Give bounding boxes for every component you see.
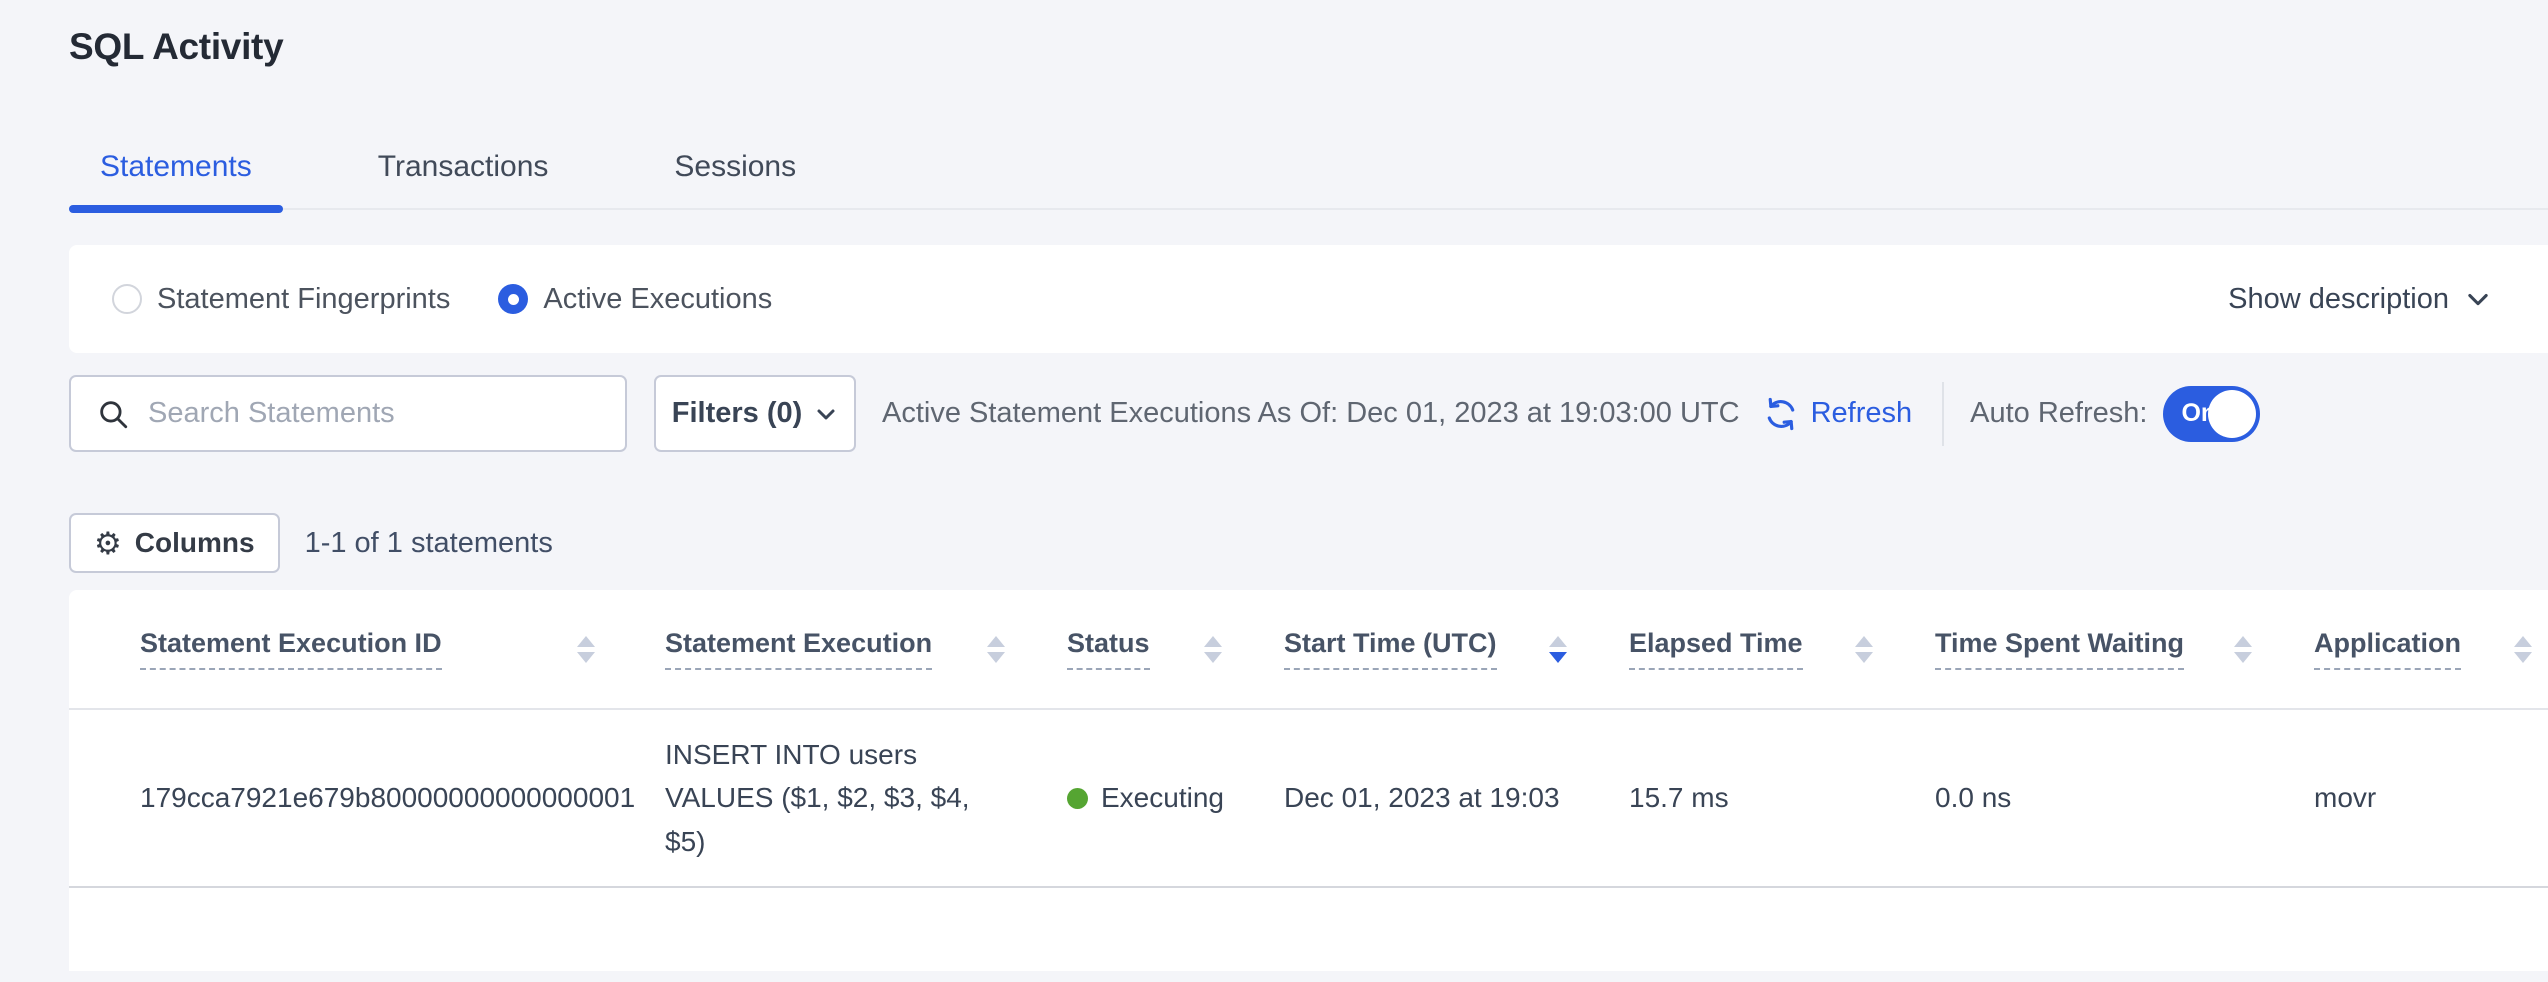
tab-bar: Statements Transactions Sessions [69,146,2548,210]
statements-table: Statement Execution ID Statement Executi… [69,590,2548,971]
column-header-start-time[interactable]: Start Time (UTC) [1284,628,1629,670]
sql-activity-page: SQL Activity Statements Transactions Ses… [0,0,2548,982]
column-header-status[interactable]: Status [1067,628,1284,670]
radio-active-executions[interactable]: Active Executions [498,283,772,316]
refresh-label: Refresh [1811,397,1913,430]
status-dot-icon [1067,788,1088,809]
sort-icon[interactable] [1204,636,1222,663]
chevron-down-icon [814,402,838,426]
cell-application: movr [2314,782,2548,814]
radio-statement-fingerprints[interactable]: Statement Fingerprints [112,283,450,316]
gear-icon: ⚙ [94,528,122,559]
columns-label: Columns [135,527,255,559]
filters-button[interactable]: Filters (0) [654,375,856,452]
table-header-row: Statement Execution ID Statement Executi… [69,590,2548,710]
tab-sessions[interactable]: Sessions [643,146,827,208]
show-description-button[interactable]: Show description [2228,283,2492,316]
view-options-card: Statement Fingerprints Active Executions… [69,245,2548,353]
page-title: SQL Activity [69,26,283,68]
sort-icon[interactable] [987,636,1005,663]
cell-elapsed-time: 15.7 ms [1629,782,1935,814]
sort-icon[interactable] [577,636,595,663]
radio-label: Statement Fingerprints [157,283,450,316]
sort-icon[interactable] [2514,636,2532,663]
table-controls: ⚙ Columns 1-1 of 1 statements [69,513,553,573]
sort-icon-active[interactable] [1549,636,1567,663]
search-icon [96,397,130,431]
column-header-application[interactable]: Application [2314,628,2548,670]
column-header-statement-execution-id[interactable]: Statement Execution ID [69,628,665,670]
auto-refresh-label: Auto Refresh: [1970,397,2147,430]
toggle-knob-icon[interactable] [2208,390,2256,438]
divider [1942,382,1944,446]
sort-icon[interactable] [2234,636,2252,663]
radio-selected-icon[interactable] [498,284,528,314]
search-box[interactable] [69,375,627,452]
refresh-icon [1762,395,1800,433]
table-row[interactable]: 179cca7921e679b80000000000000001 INSERT … [69,710,2548,888]
search-input[interactable] [148,397,605,430]
cell-execution-id: 179cca7921e679b80000000000000001 [69,782,665,814]
columns-button[interactable]: ⚙ Columns [69,513,280,573]
toolbar: Filters (0) Active Statement Executions … [69,375,2548,452]
chevron-down-icon [2464,285,2492,313]
tab-transactions[interactable]: Transactions [347,146,580,208]
radio-label: Active Executions [543,283,772,316]
filters-label: Filters (0) [672,397,803,430]
sort-icon[interactable] [1855,636,1873,663]
column-header-elapsed-time[interactable]: Elapsed Time [1629,628,1935,670]
cell-statement: INSERT INTO users VALUES ($1, $2, $3, $4… [665,733,1055,863]
status-label: Executing [1101,782,1224,814]
tab-statements[interactable]: Statements [69,146,283,208]
statements-count: 1-1 of 1 statements [305,527,553,560]
refresh-button[interactable]: Refresh [1762,395,1913,433]
column-header-time-spent-waiting[interactable]: Time Spent Waiting [1935,628,2314,670]
radio-unselected-icon[interactable] [112,284,142,314]
as-of-text: Active Statement Executions As Of: Dec 0… [882,397,1740,430]
cell-time-spent-waiting: 0.0 ns [1935,782,2314,814]
column-header-statement-execution[interactable]: Statement Execution [665,628,1067,670]
cell-status: Executing [1067,782,1284,814]
auto-refresh-toggle[interactable]: On [2163,386,2260,442]
show-description-label: Show description [2228,283,2449,316]
cell-start-time: Dec 01, 2023 at 19:03 [1284,782,1629,814]
